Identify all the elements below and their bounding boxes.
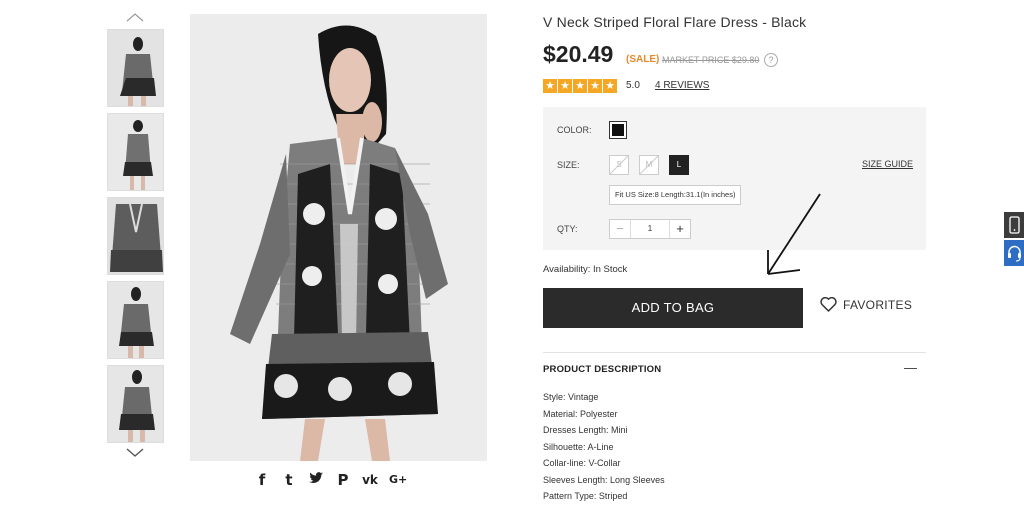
- chevron-up-icon[interactable]: [126, 12, 144, 22]
- chevron-down-icon[interactable]: [126, 448, 144, 458]
- rating-stars: ★ ★ ★ ★ ★: [543, 79, 617, 93]
- thumbnail-5[interactable]: [107, 365, 164, 443]
- thumbnail-1[interactable]: [107, 29, 164, 107]
- fit-info-tooltip: Fit US Size:8 Length:31.1(In inches): [609, 185, 742, 205]
- product-price: $20.49: [543, 41, 614, 67]
- size-option-label: M: [645, 160, 653, 169]
- spec-item: Style: Vintage: [543, 392, 599, 402]
- color-swatch-black[interactable]: [609, 121, 627, 139]
- pinterest-icon[interactable]: P: [335, 470, 351, 490]
- sale-tag: (SALE): [626, 54, 660, 65]
- spec-item: Collar-line: V-Collar: [543, 458, 621, 468]
- size-option-s[interactable]: S: [609, 155, 629, 175]
- qty-label: QTY:: [557, 224, 578, 234]
- spec-item: Dresses Length: Mini: [543, 425, 628, 435]
- quantity-stepper: − 1 +: [609, 219, 691, 239]
- divider: [543, 352, 926, 353]
- facebook-icon[interactable]: f: [254, 470, 270, 490]
- product-description-title: PRODUCT DESCRIPTION: [543, 364, 662, 375]
- annotation-arrow-icon: [767, 193, 821, 275]
- rating-value: 5.0: [626, 80, 640, 91]
- size-option-l[interactable]: L: [669, 155, 689, 175]
- spec-item: Sleeves Length: Long Sleeves: [543, 474, 665, 485]
- thumbnail-4[interactable]: [107, 281, 164, 359]
- spec-item: Silhouette: A-Line: [543, 441, 614, 452]
- vk-icon[interactable]: vk: [362, 470, 378, 490]
- side-tab-mobile[interactable]: [1004, 212, 1024, 238]
- product-title: V Neck Striped Floral Flare Dress - Blac…: [543, 14, 807, 30]
- star-icon: ★: [573, 79, 587, 93]
- main-product-image: [190, 14, 487, 461]
- reviews-link[interactable]: 4 REVIEWS: [655, 80, 709, 91]
- google-plus-icon[interactable]: G+: [389, 470, 407, 490]
- heart-icon: [820, 297, 837, 312]
- twitter-icon[interactable]: [308, 470, 324, 490]
- favorites-label: FAVORITES: [843, 297, 913, 312]
- add-to-bag-button[interactable]: ADD TO BAG: [543, 288, 803, 328]
- spec-item: Material: Polyester: [543, 408, 618, 419]
- star-icon: ★: [588, 79, 602, 93]
- star-icon: ★: [603, 79, 617, 93]
- options-panel: [543, 107, 926, 250]
- availability-status: Availability: In Stock: [543, 264, 628, 275]
- help-icon[interactable]: ?: [764, 53, 778, 67]
- side-tab-support[interactable]: [1004, 240, 1024, 266]
- star-icon: ★: [543, 79, 557, 93]
- size-guide-link[interactable]: SIZE GUIDE: [862, 159, 913, 169]
- qty-decrease-button[interactable]: −: [610, 220, 630, 238]
- size-option-m[interactable]: M: [639, 155, 659, 175]
- thumbnail-2[interactable]: [107, 113, 164, 191]
- star-icon: ★: [558, 79, 572, 93]
- collapse-description-button[interactable]: —: [904, 360, 917, 375]
- spec-item: Pattern Type: Striped: [543, 491, 628, 501]
- mobile-icon: [1009, 216, 1020, 234]
- size-label: SIZE:: [557, 160, 580, 170]
- product-specs-list: Style: Vintage Material: Polyester Dress…: [543, 389, 665, 505]
- tumblr-icon[interactable]: t: [281, 470, 297, 490]
- favorites-button[interactable]: FAVORITES: [820, 297, 912, 312]
- headset-icon: [1008, 245, 1021, 262]
- social-share-bar: f t P vk G+: [254, 470, 408, 490]
- qty-increase-button[interactable]: +: [670, 220, 690, 238]
- thumbnail-3[interactable]: [107, 197, 164, 275]
- qty-input[interactable]: 1: [630, 220, 670, 238]
- market-price: MARKET PRICE $29.80: [662, 55, 760, 65]
- size-option-label: S: [616, 160, 622, 169]
- color-label: COLOR:: [557, 125, 592, 135]
